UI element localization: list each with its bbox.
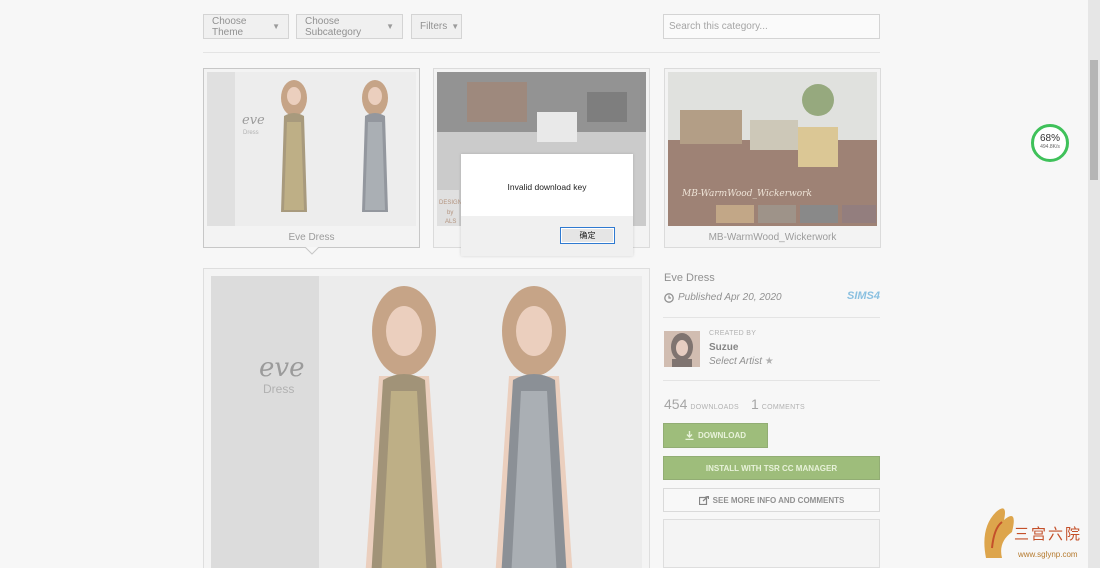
scrollbar-thumb[interactable] [1090,60,1098,180]
scrollbar[interactable] [1088,0,1100,568]
ok-button[interactable]: 确定 [560,227,615,244]
speed-rate: 494.8K/s [1040,144,1060,150]
dialog-message: Invalid download key [507,182,587,192]
network-speed-widget[interactable]: 68% 494.8K/s [1031,124,1069,162]
watermark-text: 三宫六院 [1014,525,1083,543]
modal-overlay [0,0,1088,568]
alert-dialog: Invalid download key 确定 [461,154,633,256]
speed-percent: 68% [1039,133,1060,144]
browser-page: Choose Theme ▼ Choose Subcategory ▼ Filt… [0,0,1100,568]
watermark-url: www.sglynp.com [1018,550,1078,559]
